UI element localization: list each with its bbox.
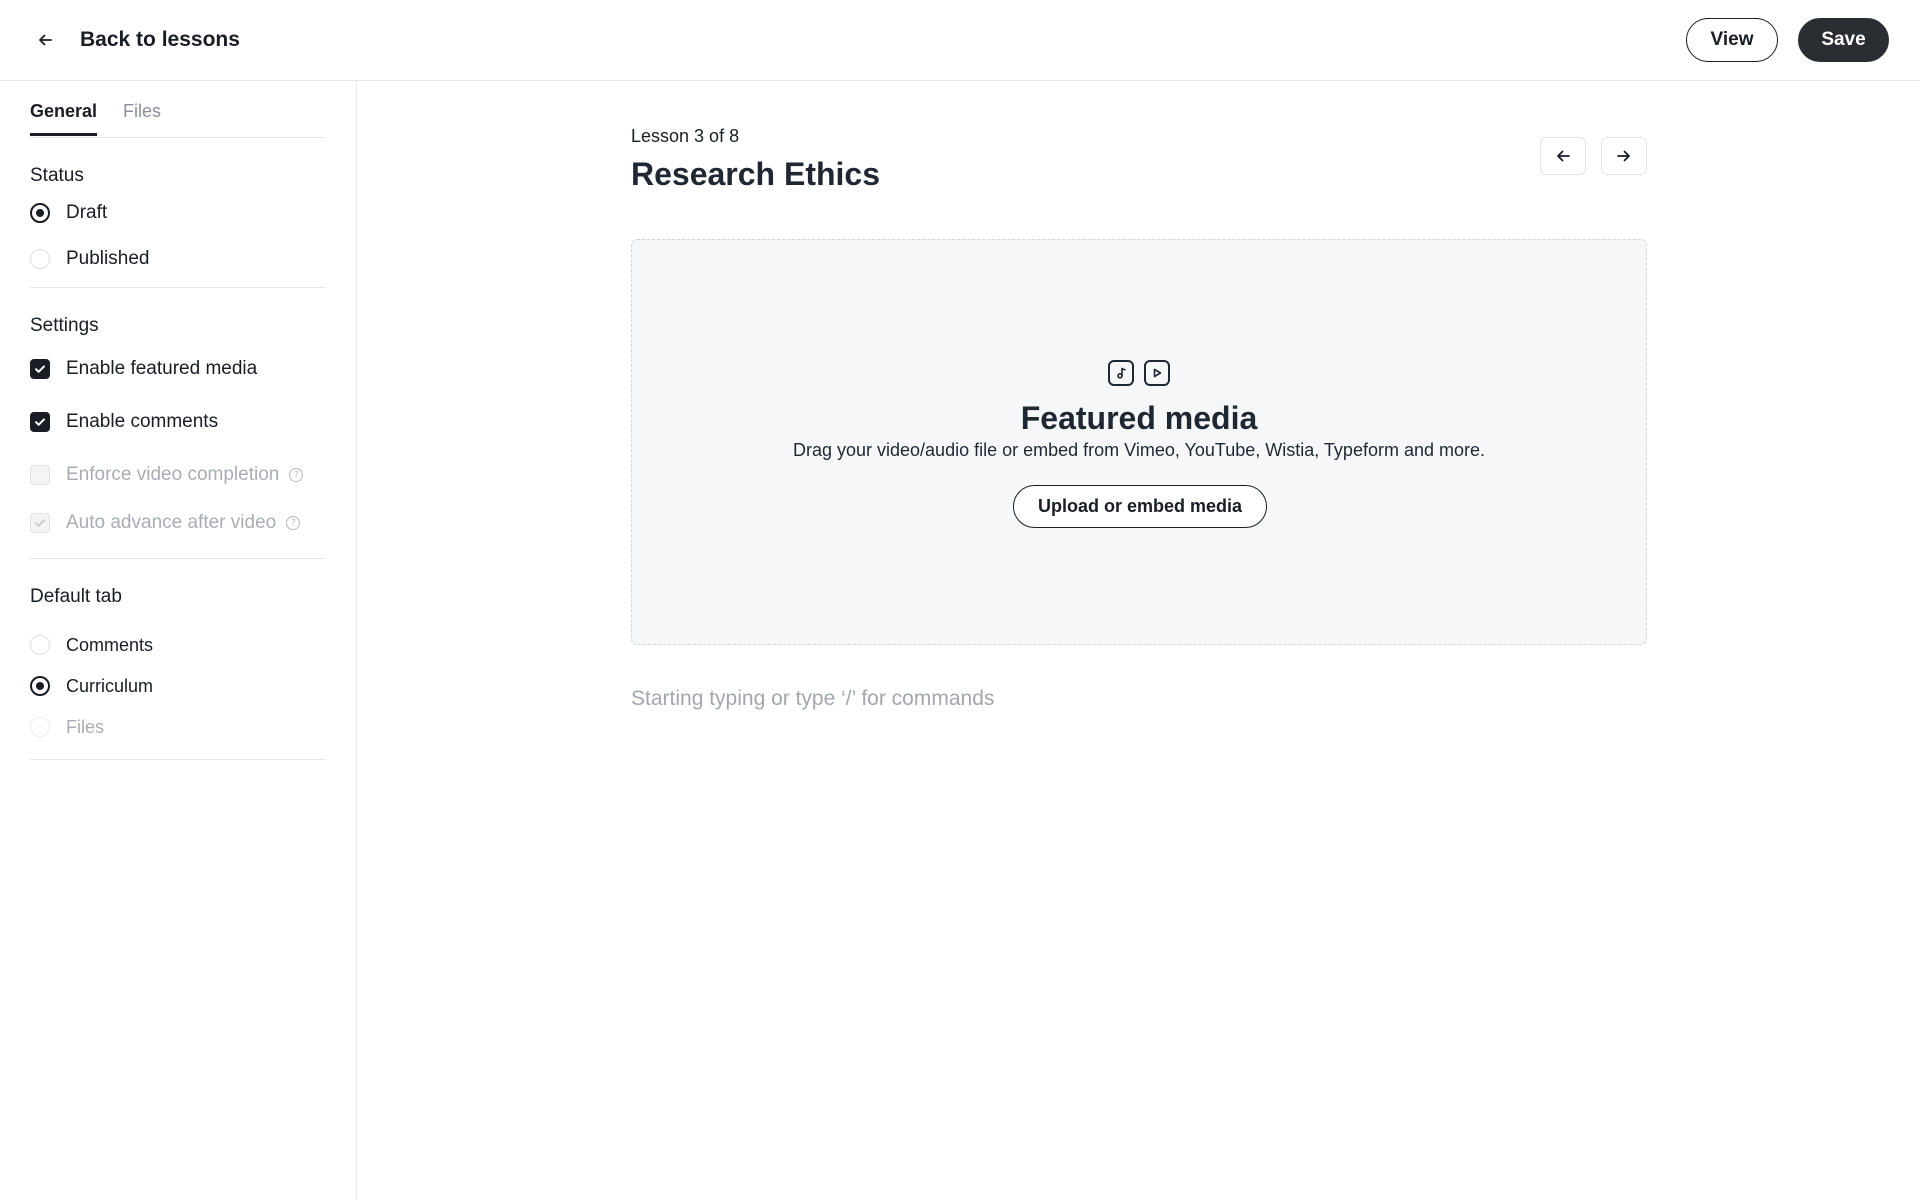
featured-media-title: Featured media bbox=[1020, 400, 1258, 436]
view-button[interactable]: View bbox=[1686, 18, 1778, 62]
next-lesson-button[interactable] bbox=[1601, 137, 1647, 175]
setting-enforce-video-completion: Enforce video completion ? bbox=[30, 461, 304, 489]
lesson-title[interactable]: Research Ethics bbox=[631, 156, 880, 193]
lesson-counter: Lesson 3 of 8 bbox=[631, 126, 740, 146]
audio-file-icon bbox=[1108, 360, 1134, 386]
status-option-draft[interactable]: Draft bbox=[30, 199, 107, 227]
back-to-lessons-label: Back to lessons bbox=[80, 28, 240, 51]
radio-selected[interactable] bbox=[30, 676, 50, 696]
radio-unselected[interactable] bbox=[30, 249, 50, 269]
top-bar: Back to lessons View Save bbox=[0, 0, 1920, 81]
default-tab-option-files: Files bbox=[30, 713, 104, 741]
setting-label: Auto advance after video bbox=[66, 512, 277, 533]
previous-lesson-button[interactable] bbox=[1540, 137, 1586, 175]
lesson-content-editor[interactable]: Starting typing or type ‘/’ for commands bbox=[631, 687, 1647, 717]
setting-enable-featured-media[interactable]: Enable featured media bbox=[30, 355, 257, 383]
default-tab-option-comments[interactable]: Comments bbox=[30, 631, 153, 659]
featured-media-dropzone[interactable]: Featured media Drag your video/audio fil… bbox=[631, 239, 1647, 645]
status-option-label: Published bbox=[66, 248, 150, 269]
radio-disabled bbox=[30, 717, 50, 737]
featured-media-description: Drag your video/audio file or embed from… bbox=[792, 440, 1485, 460]
back-to-lessons-link[interactable]: Back to lessons bbox=[30, 20, 240, 60]
status-option-label: Draft bbox=[66, 202, 108, 223]
upload-or-embed-media-button[interactable]: Upload or embed media bbox=[1013, 485, 1267, 528]
help-icon[interactable]: ? bbox=[286, 516, 301, 530]
arrow-left-icon bbox=[1557, 150, 1570, 162]
radio-unselected[interactable] bbox=[30, 635, 50, 655]
setting-label: Enable comments bbox=[66, 411, 219, 432]
video-file-icon bbox=[1144, 360, 1170, 386]
section-divider bbox=[30, 759, 326, 760]
setting-auto-advance-after-video: Auto advance after video ? bbox=[30, 509, 301, 537]
checkmark-icon bbox=[35, 519, 45, 527]
settings-sidebar: General Files Status Draft Published Set… bbox=[0, 81, 357, 1200]
media-icons bbox=[632, 360, 1646, 386]
section-divider bbox=[30, 287, 326, 288]
tab-general[interactable]: General bbox=[30, 101, 98, 136]
sidebar-tabs: General Files bbox=[30, 81, 326, 138]
section-divider bbox=[30, 558, 326, 559]
arrow-left-icon bbox=[30, 25, 60, 55]
help-icon[interactable]: ? bbox=[289, 468, 304, 482]
radio-selected[interactable] bbox=[30, 203, 50, 223]
setting-enable-comments[interactable]: Enable comments bbox=[30, 408, 218, 436]
checkbox-disabled-checked bbox=[30, 513, 50, 533]
checkmark-icon bbox=[35, 365, 45, 373]
status-option-published[interactable]: Published bbox=[30, 245, 149, 273]
setting-label: Enable featured media bbox=[66, 358, 258, 379]
default-tab-option-label: Files bbox=[66, 716, 105, 737]
default-tab-option-label: Curriculum bbox=[66, 675, 154, 696]
tab-files[interactable]: Files bbox=[123, 101, 161, 134]
checkbox-disabled bbox=[30, 465, 50, 485]
arrow-right-icon bbox=[1617, 150, 1630, 162]
checkbox-checked[interactable] bbox=[30, 412, 50, 432]
setting-label: Enforce video completion bbox=[66, 464, 280, 485]
checkmark-icon bbox=[35, 418, 45, 426]
default-tab-option-curriculum[interactable]: Curriculum bbox=[30, 672, 153, 700]
checkbox-checked[interactable] bbox=[30, 359, 50, 379]
save-button[interactable]: Save bbox=[1798, 18, 1889, 62]
default-tab-section-title: Default tab bbox=[30, 586, 122, 607]
settings-section-title: Settings bbox=[30, 315, 99, 336]
default-tab-option-label: Comments bbox=[66, 634, 154, 655]
status-section-title: Status bbox=[30, 165, 84, 186]
